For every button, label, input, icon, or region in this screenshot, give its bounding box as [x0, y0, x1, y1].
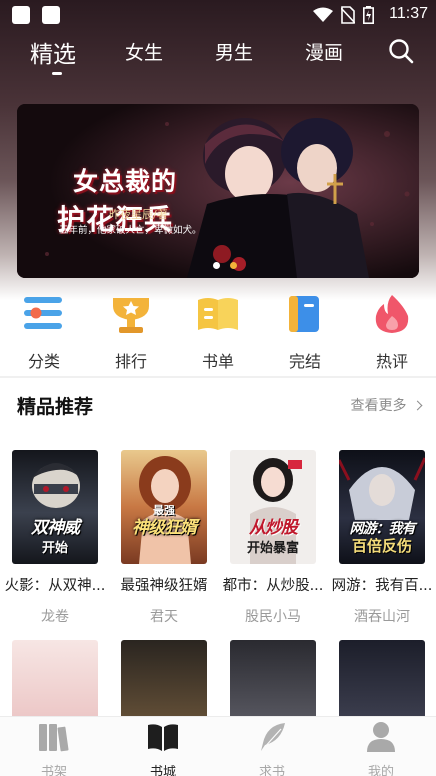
- promo-banner[interactable]: 女总裁的 护花狂兵 昨夜星辰/著 五年前，他家破人亡，卑微如犬。: [17, 104, 419, 278]
- section-header: 精品推荐 查看更多: [17, 392, 423, 418]
- tab-female[interactable]: 女生: [125, 38, 163, 65]
- nav-profile[interactable]: 我的: [341, 721, 421, 776]
- category-booklist[interactable]: 书单: [183, 290, 253, 372]
- category-label: 排行: [114, 352, 147, 371]
- bookshelf-icon: [39, 724, 69, 752]
- book-title: 最强神级狂婿: [120, 578, 208, 594]
- banner-tagline: 五年前，他家破人亡，卑微如犬。: [59, 225, 202, 236]
- chevron-right-icon: [412, 400, 423, 411]
- section-title: 精品推荐: [17, 396, 94, 418]
- bookmark-icon: [289, 296, 319, 332]
- carousel-dot-active[interactable]: [230, 262, 237, 269]
- top-nav: 精选 女生 男生 漫画: [0, 32, 436, 78]
- banner-author: 昨夜星辰/著: [109, 208, 168, 221]
- nav-request-book[interactable]: 求书: [232, 721, 312, 776]
- nav-bookshelf[interactable]: 书架: [14, 721, 94, 776]
- book-author: 酒吞山河: [354, 609, 410, 625]
- category-shortcuts: 分类 排行 书单 完结 热评: [0, 290, 436, 372]
- category-ranking[interactable]: 排行: [96, 290, 166, 372]
- book-cover[interactable]: 双神威 开始: [12, 450, 98, 564]
- carousel-dot[interactable]: [213, 262, 220, 269]
- category-label: 热评: [375, 352, 408, 371]
- feather-icon: [261, 723, 285, 751]
- book-card[interactable]: 神级狂婿 最强 最强神级狂婿 君天: [109, 450, 219, 626]
- book-cover[interactable]: 从炒股 开始暴富: [230, 450, 316, 564]
- status-time: 11:37: [389, 5, 428, 22]
- book-card[interactable]: 双神威 开始 火影：从双神... 龙卷: [0, 450, 110, 626]
- book-cover[interactable]: 网游：我有 百倍反伤: [339, 450, 425, 564]
- search-icon[interactable]: [388, 38, 414, 64]
- tab-male[interactable]: 男生: [215, 38, 253, 65]
- book-cover[interactable]: 神级狂婿 最强: [121, 450, 207, 564]
- book-title: 网游：我有百...: [331, 578, 433, 594]
- category-label: 书单: [201, 352, 234, 371]
- book-title: 都市：从炒股...: [222, 578, 324, 594]
- active-tab-indicator: [52, 72, 62, 75]
- book-card[interactable]: 网游：我有 百倍反伤 网游：我有百... 酒吞山河: [327, 450, 436, 626]
- open-book-icon: [148, 724, 178, 751]
- book-author: 君天: [150, 609, 178, 625]
- nav-bookstore[interactable]: 书城: [123, 721, 203, 776]
- category-classify[interactable]: 分类: [9, 290, 79, 372]
- notification-icon: [12, 6, 30, 24]
- list-icon: [24, 297, 62, 329]
- trophy-icon: [113, 298, 149, 333]
- carousel-dots: [213, 262, 237, 269]
- book-card[interactable]: 从炒股 开始暴富 都市：从炒股... 股民小马: [218, 450, 328, 626]
- book-author: 龙卷: [41, 609, 69, 625]
- battery-icon: [363, 6, 374, 24]
- book-author: 股民小马: [245, 609, 301, 625]
- category-label: 完结: [288, 352, 321, 371]
- tab-comics[interactable]: 漫画: [305, 38, 343, 65]
- user-icon: [367, 722, 395, 752]
- status-icons: [313, 6, 374, 24]
- no-sim-icon: [341, 6, 355, 24]
- wifi-icon: [313, 7, 333, 22]
- book-title: 火影：从双神...: [4, 578, 106, 594]
- category-completed[interactable]: 完结: [270, 290, 340, 372]
- category-label: 分类: [27, 352, 60, 371]
- tab-featured[interactable]: 精选: [30, 35, 76, 69]
- notification-icon: [42, 6, 60, 24]
- see-more-link[interactable]: 查看更多: [351, 395, 423, 415]
- book-list-icon: [198, 298, 238, 330]
- section-divider: [0, 376, 436, 378]
- status-bar: 11:37: [0, 0, 436, 30]
- bottom-nav: 书架 书城 求书 我的: [0, 716, 436, 776]
- flame-icon: [375, 295, 409, 333]
- category-hot-reviews[interactable]: 热评: [357, 290, 427, 372]
